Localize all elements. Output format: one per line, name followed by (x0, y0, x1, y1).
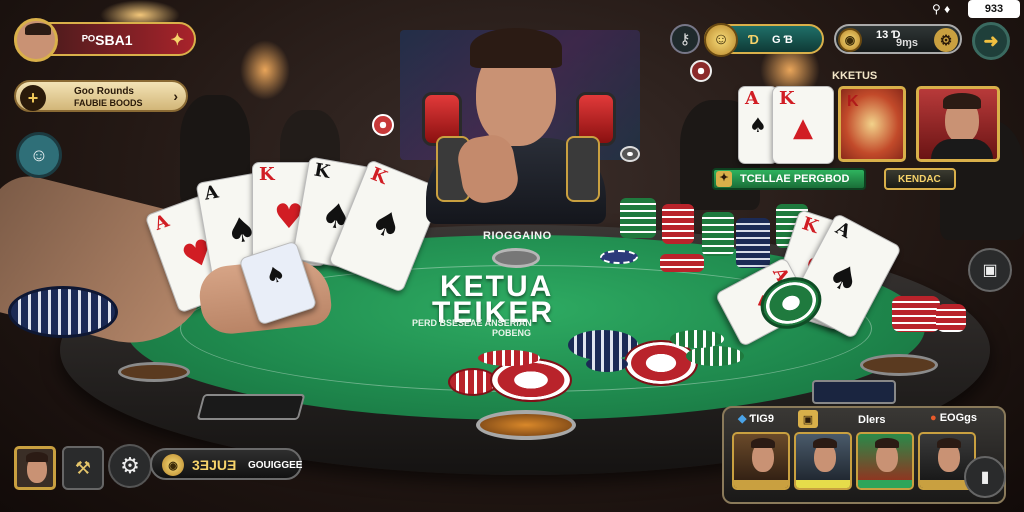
chip-coin-icon: ◉ (838, 28, 862, 52)
player-card-2[interactable] (794, 432, 852, 490)
chip-count: 3ƎJUƎ (192, 457, 237, 473)
panel-stat-3: ● EOGgs (930, 412, 977, 424)
opponent-portrait[interactable] (916, 86, 1000, 162)
dealer-avatar (422, 28, 616, 224)
profile-avatar[interactable] (14, 18, 58, 62)
chip-stack (892, 296, 940, 332)
plus-icon: + (20, 85, 46, 111)
balance-1-label: Ɗ (748, 32, 759, 47)
balance-bar-1[interactable]: ☺ Ɗ G Ɓ (704, 23, 824, 57)
settings-small-button[interactable]: ⚷ (670, 24, 700, 54)
chip-pile (586, 356, 628, 372)
side-action-button[interactable]: KENDAC (884, 168, 956, 190)
preview-card-ornate[interactable]: K (838, 86, 906, 162)
chip-stack (620, 198, 656, 238)
key-icon: ⚷ (679, 31, 691, 48)
preview-card: K ▲ (772, 86, 834, 164)
background-lamp (240, 40, 290, 100)
chip-coin-icon: ◉ (162, 454, 184, 476)
briefcase-icon: ▣ (982, 262, 998, 279)
player-card-1[interactable] (732, 432, 790, 490)
time-badge: 933 (968, 0, 1020, 18)
chip-stack (662, 204, 694, 244)
gift-icon[interactable]: ✦ (171, 30, 184, 50)
balance-bar-2[interactable]: ◉ 13 Ɗ 9ɱs ⚙ (834, 24, 962, 54)
my-avatar[interactable] (14, 446, 56, 490)
seat-title: KKETUS (832, 70, 878, 82)
balance-1-value: G Ɓ (772, 34, 793, 46)
gear-icon: ⚙ (120, 453, 140, 478)
side-action-label: KENDAC (898, 174, 941, 185)
pot-slot (492, 248, 540, 268)
neck-strap-right (566, 136, 600, 202)
highlight-bar[interactable]: ✦ TCELLAE PERGBOD (712, 168, 866, 190)
chevron-right-icon: › (173, 88, 178, 104)
phone-on-rail (196, 394, 306, 420)
menu-title: Goo Rounds (74, 86, 134, 97)
shop-button[interactable]: ➜ (972, 22, 1010, 60)
player-name: ᴾᴼSBA1 (82, 32, 133, 48)
balance-2-sub: 9ɱs (896, 37, 919, 49)
player-chip-stack (8, 286, 118, 338)
gear-icon[interactable]: ⚙ (934, 28, 958, 52)
table-subtitle: PERD BSESEAE ANSERIAN (412, 318, 532, 328)
flying-chip (620, 146, 640, 162)
door-icon: ▮ (980, 469, 990, 486)
exit-button[interactable]: ▮ (964, 456, 1006, 498)
chat-icon: ☺ (29, 144, 49, 165)
fire-icon: ● (930, 412, 937, 424)
badge-icon: ▣ (798, 410, 818, 428)
flying-chip (690, 60, 712, 82)
cup-holder (860, 354, 938, 376)
dealer-hair (470, 28, 562, 68)
panel-stat-2: Dlers (858, 414, 886, 426)
cup-holder (118, 362, 190, 382)
chip-pile (670, 330, 724, 348)
chip-stack (600, 250, 638, 264)
highlight-label: TCELLAE PERGBOD (740, 173, 850, 185)
settings-button[interactable]: ⚙ (108, 444, 152, 488)
coin-icon: ☺ (704, 23, 738, 57)
table-subtitle-2: POBENG (492, 328, 532, 338)
stat-3-text: EOGgs (939, 412, 978, 424)
player-profile-bar[interactable]: ᴾᴼSBA1 ✦ (14, 18, 196, 62)
panel-stat-1: ◆ ƬIG9 (738, 412, 774, 425)
tools-icon: ⚒ (74, 457, 92, 478)
highlight-icon: ✦ (716, 171, 732, 187)
menu-subtitle: FAUBIE BOODS (74, 98, 143, 108)
chip-stack (936, 304, 966, 332)
cup-holder (476, 410, 576, 440)
game-scene: RIOGGAINO KETUA TEIKER PERD BSESEAE ANSE… (0, 0, 1024, 512)
stat-1-text: ƬIG9 (749, 413, 774, 425)
chip-pile (686, 346, 744, 366)
time-text: 933 (984, 3, 1004, 15)
chip-stack (702, 212, 734, 256)
flying-chip (372, 114, 394, 136)
status-icons: ⚲ ♦ (932, 2, 951, 16)
chat-button[interactable]: ☺ (16, 132, 62, 178)
chip-count-bar[interactable]: ◉ 3ƎJUƎ GOUIGGEE (150, 448, 302, 480)
pot-label: RIOGGAINO (483, 230, 552, 242)
player-card-3[interactable] (856, 432, 914, 490)
chip-sub: GOUIGGEE (248, 460, 303, 471)
menu-button[interactable]: + Goo Rounds FAUBIE BOODS › (14, 80, 188, 112)
tools-button[interactable]: ⚒ (62, 446, 104, 490)
chip-stack (660, 254, 704, 272)
lobby-button[interactable]: ▣ (968, 248, 1012, 292)
phone-on-rail (812, 380, 896, 404)
chip-stack (736, 218, 770, 268)
diamond-icon: ◆ (738, 413, 747, 425)
arrow-icon: ➜ (983, 30, 999, 51)
chip-pile (478, 350, 540, 366)
